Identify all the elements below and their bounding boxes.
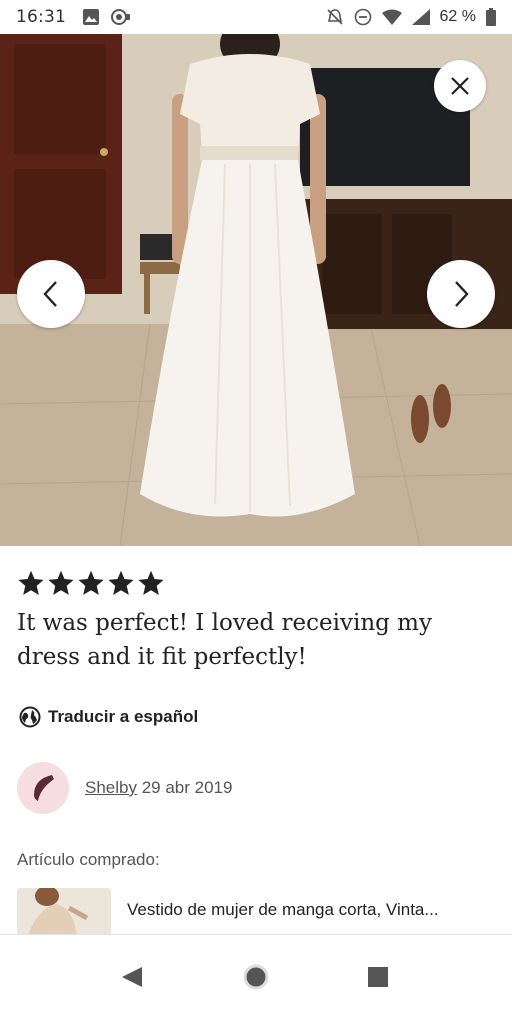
star-icon — [18, 570, 44, 595]
whatsapp-icon — [111, 9, 130, 25]
author-meta: Shelby 29 abr 2019 — [85, 778, 232, 798]
avatar-mark-icon — [34, 775, 54, 801]
purchased-item[interactable]: Vestido de mujer de manga corta, Vinta..… — [17, 888, 497, 938]
review-date: 29 abr 2019 — [141, 778, 233, 797]
home-icon[interactable] — [242, 963, 270, 991]
signal-icon — [411, 9, 430, 25]
avatar[interactable] — [17, 762, 69, 814]
review-photo[interactable] — [0, 34, 512, 546]
close-button[interactable] — [434, 60, 486, 112]
status-bar: 16:31 62 % — [0, 0, 512, 34]
chevron-left-icon — [43, 281, 57, 307]
star-icon — [48, 570, 74, 595]
chevron-right-icon — [455, 281, 469, 307]
status-time: 16:31 — [16, 7, 66, 27]
review-author: Shelby 29 abr 2019 — [17, 762, 232, 814]
status-left-icons — [82, 8, 132, 26]
wifi-icon — [381, 9, 402, 25]
status-right-icons: 62 % — [326, 8, 496, 26]
purchased-item-label: Artículo comprado: — [17, 850, 160, 869]
battery-percent: 62 % — [439, 8, 476, 25]
item-title[interactable]: Vestido de mujer de manga corta, Vinta..… — [127, 900, 497, 920]
image-icon — [83, 9, 99, 25]
previous-photo-button[interactable] — [17, 260, 85, 328]
translate-label: Traducir a español — [48, 707, 199, 726]
item-thumbnail[interactable] — [17, 888, 111, 938]
navigation-bar — [0, 934, 512, 1024]
next-photo-button[interactable] — [427, 260, 495, 328]
item-thumbnail-image — [17, 888, 111, 938]
close-icon — [451, 77, 469, 95]
globe-icon — [19, 706, 41, 728]
author-name[interactable]: Shelby — [85, 778, 137, 797]
translate-link[interactable]: Traducir a español — [19, 706, 198, 728]
star-icon — [78, 570, 104, 595]
star-icon — [138, 570, 164, 595]
star-icon — [108, 570, 134, 595]
back-icon[interactable] — [120, 965, 144, 989]
dnd-icon — [354, 8, 371, 26]
review-text: It was perfect! I loved receiving my dre… — [17, 610, 432, 670]
review-rating — [17, 569, 165, 597]
recents-icon[interactable] — [367, 966, 389, 988]
mute-icon — [326, 9, 343, 25]
battery-icon — [486, 8, 496, 26]
